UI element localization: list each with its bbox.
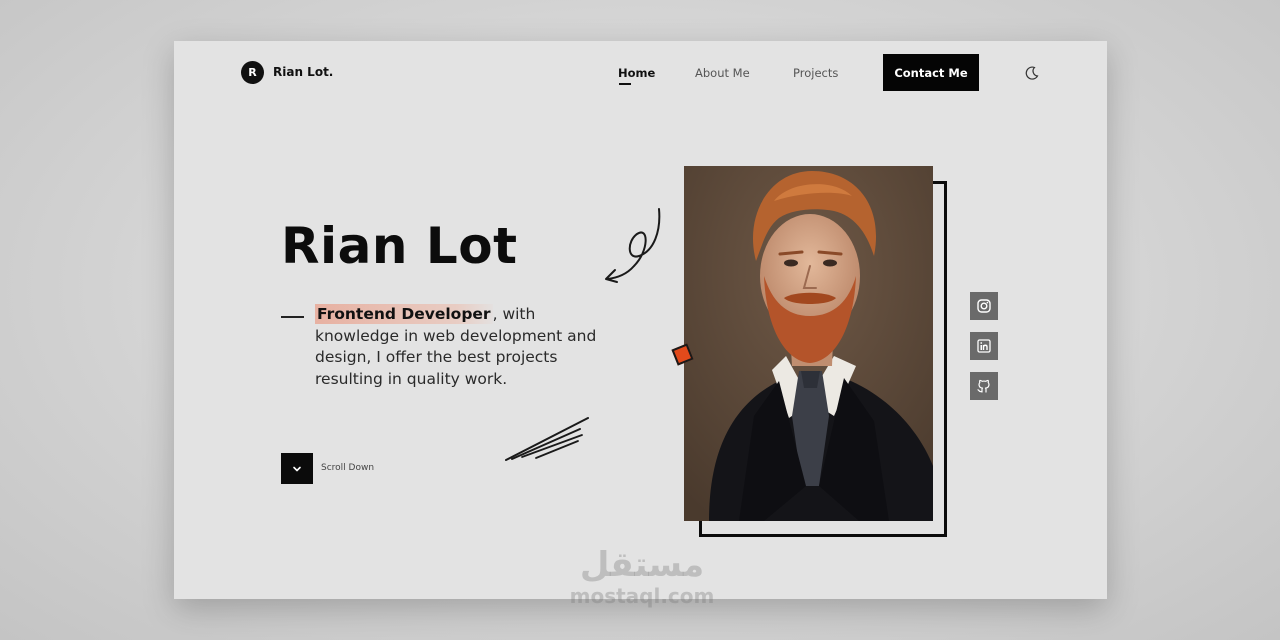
github-icon (977, 379, 990, 393)
chevron-down-icon (293, 466, 301, 471)
moon-icon[interactable] (1024, 65, 1040, 81)
portfolio-page: R Rian Lot. Home About Me Projects Conta… (174, 41, 1107, 599)
curly-arrow-doodle (605, 208, 661, 283)
nav-active-indicator (619, 83, 631, 85)
github-link[interactable] (970, 372, 998, 400)
hero-role: Frontend Developer (315, 304, 493, 324)
portrait-illustration (684, 166, 933, 521)
hero-description: Frontend Developer, with knowledge in we… (315, 304, 615, 390)
mostaql-watermark: مستقل mostaql.com (562, 548, 722, 608)
linkedin-link[interactable] (970, 332, 998, 360)
hero-name: Rian Lot (281, 217, 518, 275)
scroll-down-label[interactable]: Scroll Down (321, 463, 374, 473)
instagram-link[interactable] (970, 292, 998, 320)
nav-about-me[interactable]: About Me (695, 66, 750, 80)
scroll-down-button[interactable] (281, 453, 313, 484)
instagram-icon (977, 299, 991, 313)
nav-home[interactable]: Home (618, 66, 655, 80)
logo-initial: R (248, 66, 257, 79)
contact-me-button[interactable]: Contact Me (883, 54, 979, 91)
logo-badge[interactable]: R (241, 61, 264, 84)
linkedin-icon (977, 339, 991, 353)
scribble-doodle (505, 417, 589, 461)
nav-projects[interactable]: Projects (793, 66, 838, 80)
logo-name[interactable]: Rian Lot. (273, 65, 333, 79)
hero-dash (281, 316, 304, 318)
profile-photo (684, 166, 933, 521)
watermark-arabic: مستقل (579, 545, 705, 585)
watermark-latin: mostaql.com (569, 584, 715, 608)
